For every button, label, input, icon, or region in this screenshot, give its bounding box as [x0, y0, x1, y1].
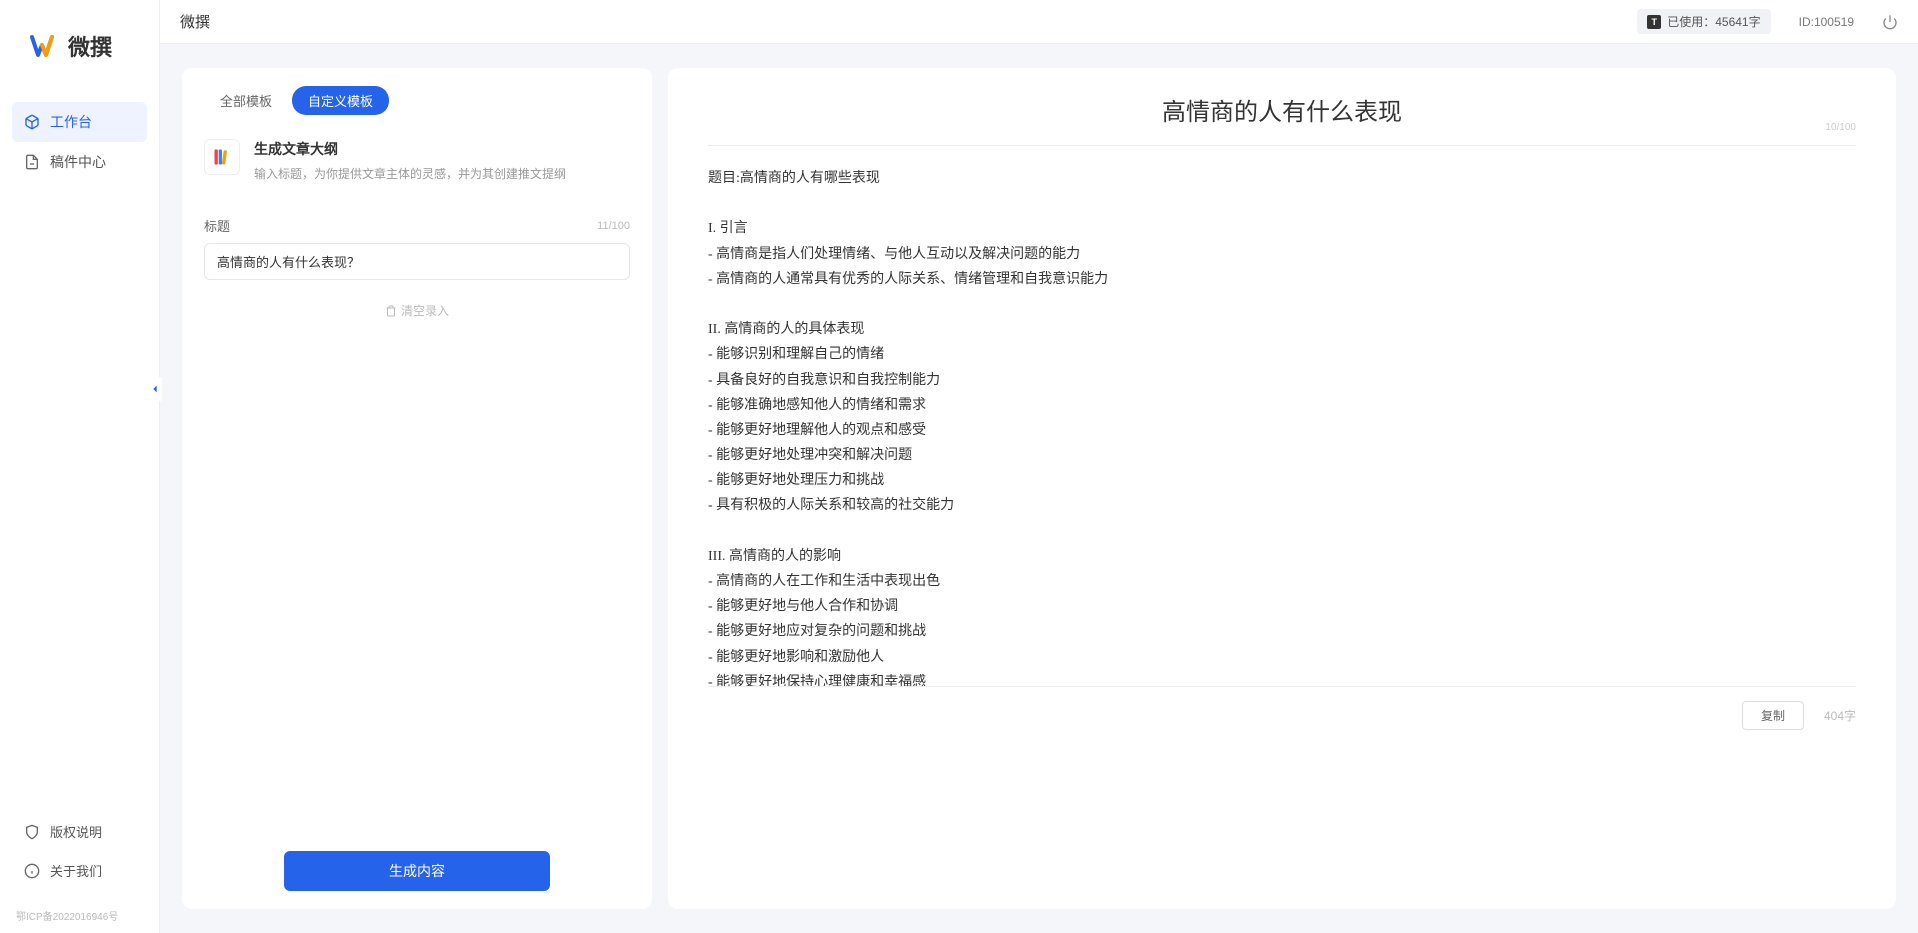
sidebar-collapse-handle[interactable] — [148, 377, 162, 401]
nav-copyright[interactable]: 版权说明 — [12, 812, 147, 851]
title-label: 标题 — [204, 216, 230, 235]
books-icon — [204, 139, 240, 175]
nav-label: 稿件中心 — [50, 152, 106, 172]
nav-about[interactable]: 关于我们 — [12, 851, 147, 890]
text-icon: T — [1647, 15, 1661, 29]
output-body: 题目:高情商的人有哪些表现 I. 引言 - 高情商是指人们处理情绪、与他人互动以… — [668, 146, 1896, 686]
input-panel: 全部模板 自定义模板 生成文章大纲 输入标题，为你提供文章主体的灵感，并为其创建… — [182, 68, 652, 909]
user-id: ID:100519 — [1799, 15, 1854, 29]
logo-text: 微撰 — [68, 30, 112, 62]
shield-icon — [24, 824, 40, 840]
copy-button[interactable]: 复制 — [1742, 701, 1804, 730]
usage-text: 已使用：45641字 — [1667, 13, 1760, 30]
sidebar: 微撰 工作台 稿件中心 版权说明 关于我们 鄂ICP备2022016946号 — [0, 0, 160, 933]
template-card: 生成文章大纲 输入标题，为你提供文章主体的灵感，并为其创建推文提纲 — [182, 129, 652, 202]
nav-label: 版权说明 — [50, 822, 102, 841]
trash-icon — [385, 305, 397, 317]
logo-icon — [30, 31, 60, 61]
output-footer: 复制 404字 — [708, 686, 1856, 730]
cube-icon — [24, 114, 40, 130]
topbar-right: T 已使用：45641字 ID:100519 — [1637, 9, 1898, 34]
template-tabs: 全部模板 自定义模板 — [182, 86, 652, 129]
title-char-count: 11/100 — [597, 220, 630, 232]
generate-button[interactable]: 生成内容 — [284, 851, 550, 891]
output-word-count: 404字 — [1824, 707, 1856, 724]
usage-badge: T 已使用：45641字 — [1637, 9, 1770, 34]
power-icon[interactable] — [1882, 14, 1898, 30]
info-icon — [24, 863, 40, 879]
template-desc: 输入标题，为你提供文章主体的灵感，并为其创建推文提纲 — [254, 165, 630, 182]
document-icon — [24, 154, 40, 170]
page-title: 微撰 — [180, 11, 210, 32]
template-title: 生成文章大纲 — [254, 139, 630, 159]
topbar: 微撰 T 已使用：45641字 ID:100519 — [160, 0, 1918, 44]
nav-label: 关于我们 — [50, 861, 102, 880]
nav-workspace[interactable]: 工作台 — [12, 102, 147, 142]
logo: 微撰 — [0, 0, 159, 102]
title-input[interactable] — [204, 243, 630, 280]
form-section: 标题 11/100 清空录入 — [182, 202, 652, 319]
tab-custom-templates[interactable]: 自定义模板 — [292, 86, 389, 115]
output-title-count: 10/100 — [1825, 122, 1856, 133]
sidebar-bottom: 版权说明 关于我们 — [0, 800, 159, 902]
output-panel: 高情商的人有什么表现 10/100 题目:高情商的人有哪些表现 I. 引言 - … — [668, 68, 1896, 909]
nav-list: 工作台 稿件中心 — [0, 102, 159, 800]
clear-input-link[interactable]: 清空录入 — [204, 302, 630, 319]
tab-all-templates[interactable]: 全部模板 — [204, 86, 288, 115]
icp-text: 鄂ICP备2022016946号 — [0, 902, 159, 933]
output-title: 高情商的人有什么表现 — [748, 92, 1816, 127]
nav-label: 工作台 — [50, 112, 92, 132]
nav-drafts[interactable]: 稿件中心 — [12, 142, 147, 182]
